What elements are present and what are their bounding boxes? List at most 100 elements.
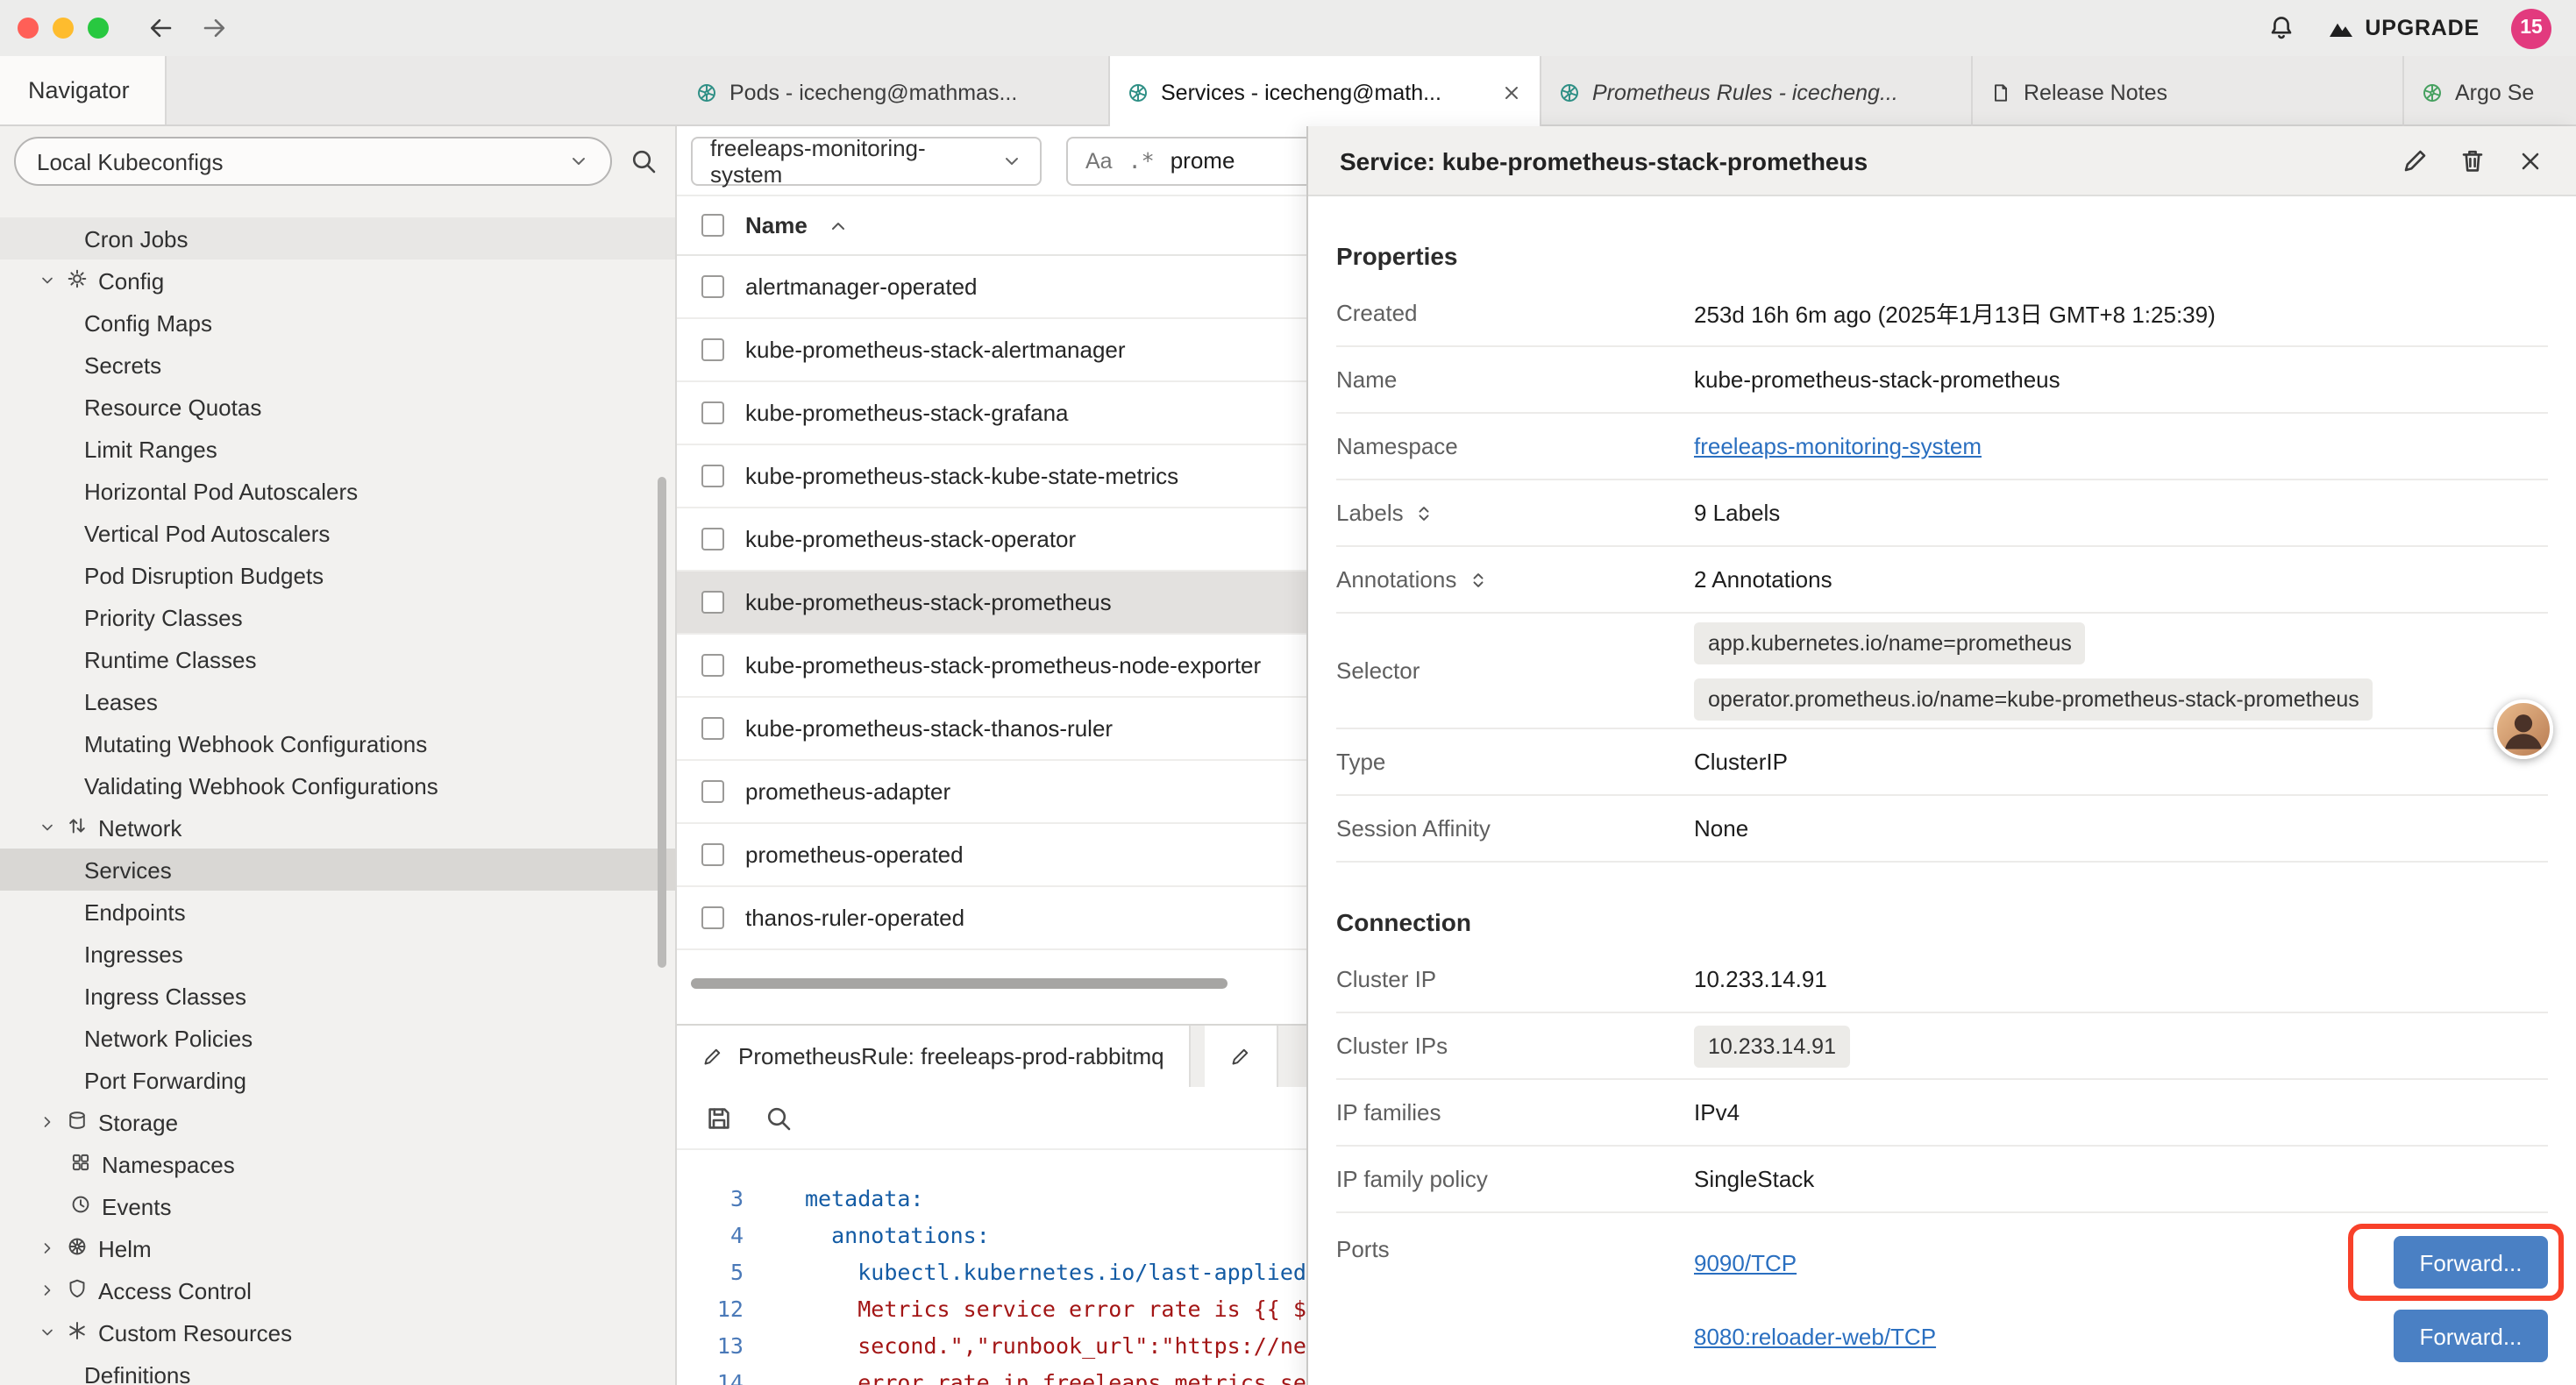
sidebar-item-priority-classes[interactable]: Priority Classes — [0, 596, 675, 638]
detail-value: 10.233.14.91 — [1694, 966, 2548, 992]
namespace-filter-select[interactable]: freeleaps-monitoring-system — [691, 136, 1042, 185]
clock-icon — [70, 1193, 91, 1214]
sidebar-item-endpoints[interactable]: Endpoints — [0, 891, 675, 933]
selector-badge: operator.prometheus.io/name=kube-prometh… — [1694, 678, 2373, 720]
minimize-window-button[interactable] — [53, 18, 74, 39]
close-icon[interactable] — [2516, 146, 2544, 174]
horizontal-scrollbar[interactable] — [691, 978, 1228, 989]
upgrade-button[interactable]: UPGRADE — [2326, 14, 2480, 42]
sidebar-item-ingress-classes[interactable]: Ingress Classes — [0, 975, 675, 1017]
sidebar-item-validating-webhook-configurations[interactable]: Validating Webhook Configurations — [0, 764, 675, 806]
sidebar-item-secrets[interactable]: Secrets — [0, 344, 675, 386]
regex-toggle[interactable]: .* — [1128, 147, 1155, 174]
save-icon[interactable] — [705, 1104, 733, 1132]
sidebar-item-label: Services — [84, 856, 172, 883]
chevron-down-icon — [39, 819, 56, 836]
sidebar-item-storage[interactable]: Storage — [0, 1101, 675, 1143]
sidebar-item-port-forwarding[interactable]: Port Forwarding — [0, 1059, 675, 1101]
row-checkbox[interactable] — [701, 528, 724, 550]
tab-1[interactable]: Services - icecheng@math... — [1110, 56, 1541, 128]
sidebar-item-label: Network — [98, 814, 181, 841]
sidebar-item-ingresses[interactable]: Ingresses — [0, 933, 675, 975]
row-checkbox[interactable] — [701, 465, 724, 487]
detail-label: Cluster IP — [1336, 966, 1694, 992]
sidebar-item-custom-resources[interactable]: Custom Resources — [0, 1311, 675, 1353]
navigator-tree: Cron JobsConfigConfig MapsSecretsResourc… — [0, 217, 675, 1385]
sidebar-item-network-policies[interactable]: Network Policies — [0, 1017, 675, 1059]
detail-value: None — [1694, 815, 2548, 842]
row-checkbox[interactable] — [701, 717, 724, 740]
dock-tab-partial[interactable] — [1205, 1026, 1278, 1087]
forward-button[interactable]: Forward... — [2394, 1236, 2548, 1289]
row-checkbox[interactable] — [701, 780, 724, 803]
kubeconfig-selector[interactable]: Local Kubeconfigs — [14, 137, 612, 186]
back-button[interactable] — [147, 14, 175, 42]
sidebar-item-helm[interactable]: Helm — [0, 1227, 675, 1269]
user-avatar[interactable] — [2494, 700, 2553, 759]
sidebar-item-limit-ranges[interactable]: Limit Ranges — [0, 428, 675, 470]
sidebar-item-services[interactable]: Services — [0, 849, 675, 891]
row-checkbox[interactable] — [701, 591, 724, 614]
match-case-toggle[interactable]: Aa — [1085, 148, 1113, 173]
dock-tab-prometheusrule[interactable]: PrometheusRule: freeleaps-prod-rabbitmq — [677, 1026, 1191, 1087]
sidebar-item-label: Leases — [84, 688, 158, 714]
sidebar-item-vertical-pod-autoscalers[interactable]: Vertical Pod Autoscalers — [0, 512, 675, 554]
sidebar-search-icon[interactable] — [630, 147, 658, 175]
sidebar-item-namespaces[interactable]: Namespaces — [0, 1143, 675, 1185]
row-checkbox[interactable] — [701, 338, 724, 361]
edit-icon[interactable] — [2401, 146, 2429, 174]
sort-ascending-icon[interactable] — [829, 215, 850, 236]
detail-label: Namespace — [1336, 433, 1694, 459]
row-checkbox[interactable] — [701, 843, 724, 866]
expander-icon[interactable] — [1467, 569, 1488, 590]
window-titlebar: UPGRADE 15 — [0, 0, 2576, 56]
tab-label: Release Notes — [2024, 80, 2167, 104]
notifications-bell-icon[interactable] — [2266, 14, 2295, 42]
tab-0[interactable]: Pods - icecheng@mathmas... — [679, 56, 1110, 128]
pencil-icon — [701, 1046, 722, 1067]
tab-close-icon[interactable] — [1501, 82, 1522, 103]
namespace-filter-value: freeleaps-monitoring-system — [710, 134, 987, 187]
sidebar-scrollbar[interactable] — [658, 477, 666, 968]
search-query-text: prome — [1171, 147, 1235, 174]
detail-row-annotations: Annotations2 Annotations — [1336, 547, 2548, 614]
tab-2[interactable]: Prometheus Rules - icecheng... — [1541, 56, 1973, 128]
sidebar-item-cron-jobs[interactable]: Cron Jobs — [0, 217, 675, 259]
row-checkbox[interactable] — [701, 906, 724, 929]
sidebar-item-config[interactable]: Config — [0, 259, 675, 302]
delete-icon[interactable] — [2459, 146, 2487, 174]
maximize-window-button[interactable] — [88, 18, 109, 39]
section-heading-connection: Connection — [1336, 908, 2548, 940]
tab-4[interactable]: Argo Se — [2404, 56, 2576, 128]
detail-label: Cluster IPs — [1336, 1033, 1694, 1059]
sidebar-item-events[interactable]: Events — [0, 1185, 675, 1227]
notification-count-badge[interactable]: 15 — [2511, 8, 2551, 48]
expander-icon[interactable] — [1414, 502, 1435, 523]
code-text: annotations: — [768, 1217, 990, 1254]
chevron-down-icon — [39, 272, 56, 289]
forward-button[interactable]: Forward... — [2394, 1310, 2548, 1362]
detail-row-session-affinity: Session AffinityNone — [1336, 796, 2548, 863]
sidebar-item-access-control[interactable]: Access Control — [0, 1269, 675, 1311]
editor-search-icon[interactable] — [765, 1104, 793, 1132]
sidebar-item-runtime-classes[interactable]: Runtime Classes — [0, 638, 675, 680]
select-all-checkbox[interactable] — [701, 214, 724, 237]
name-column-header[interactable]: Name — [745, 212, 808, 238]
row-checkbox[interactable] — [701, 275, 724, 298]
port-link[interactable]: 8080:reloader-web/TCP — [1694, 1323, 1936, 1349]
close-window-button[interactable] — [18, 18, 39, 39]
row-checkbox[interactable] — [701, 654, 724, 677]
sidebar-item-definitions[interactable]: Definitions — [0, 1353, 675, 1385]
tab-3[interactable]: Release Notes — [1973, 56, 2404, 128]
port-link[interactable]: 9090/TCP — [1694, 1249, 1797, 1275]
sidebar-item-horizontal-pod-autoscalers[interactable]: Horizontal Pod Autoscalers — [0, 470, 675, 512]
sidebar-item-mutating-webhook-configurations[interactable]: Mutating Webhook Configurations — [0, 722, 675, 764]
sidebar-item-leases[interactable]: Leases — [0, 680, 675, 722]
sidebar-item-pod-disruption-budgets[interactable]: Pod Disruption Budgets — [0, 554, 675, 596]
sidebar-item-network[interactable]: Network — [0, 806, 675, 849]
sidebar-item-resource-quotas[interactable]: Resource Quotas — [0, 386, 675, 428]
row-checkbox[interactable] — [701, 401, 724, 424]
sidebar-item-config-maps[interactable]: Config Maps — [0, 302, 675, 344]
namespace-link[interactable]: freeleaps-monitoring-system — [1694, 433, 1982, 459]
forward-button[interactable] — [200, 14, 228, 42]
